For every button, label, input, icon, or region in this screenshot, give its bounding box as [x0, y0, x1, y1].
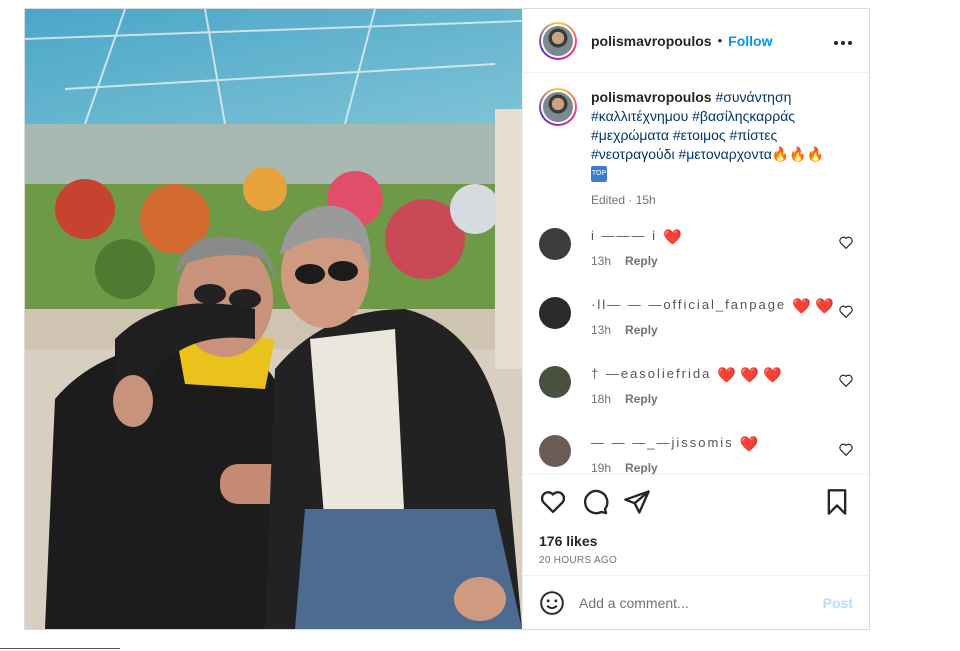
like-heart-icon[interactable] [539, 488, 569, 518]
reply-button[interactable]: Reply [625, 323, 658, 337]
comment-text: ❤️ [739, 436, 759, 453]
comment-time: 18h [591, 392, 612, 406]
comment-like-icon[interactable] [839, 374, 853, 390]
post-header: polismavropoulos • Follow [523, 9, 869, 73]
more-options-icon[interactable] [833, 29, 853, 52]
commenter-avatar[interactable] [539, 366, 571, 398]
add-comment-input[interactable] [579, 594, 823, 611]
post-comment-button[interactable]: Post [823, 595, 853, 611]
follow-button[interactable]: Follow [728, 33, 772, 49]
comment-item: ·ll— — —official_fanpage ❤️ ❤️ 13h Reply [539, 297, 853, 348]
post-photo[interactable] [25, 9, 522, 629]
caption-hashtags-line[interactable]: #νεοτραγούδι #μετοναρχοντα🔥🔥🔥 [591, 146, 824, 162]
commenter-name[interactable]: † —easoliefrida [591, 366, 711, 384]
save-bookmark-icon[interactable] [823, 488, 853, 518]
post-actions: 176 likes 20 HOURS AGO [523, 474, 869, 566]
post-dialog: polismavropoulos • Follow polismavropoul… [24, 8, 870, 630]
comment-item: — — —_—jissomis ❤️ 19h Reply [539, 435, 853, 474]
comment-time: 13h [591, 323, 612, 337]
photo-illustration [25, 9, 522, 629]
comments-scroll[interactable]: polismavropoulos #συνάντηση #καλλιτέχνημ… [523, 74, 869, 474]
commenter-avatar[interactable] [539, 435, 571, 467]
likes-count[interactable]: 176 likes [539, 533, 853, 549]
reply-button[interactable]: Reply [625, 254, 658, 268]
commenter-avatar[interactable] [539, 297, 571, 329]
page-divider [0, 648, 120, 649]
reply-button[interactable]: Reply [625, 461, 658, 474]
commenter-name[interactable]: i ——— i [591, 228, 657, 246]
edited-timestamp: Edited · 15h [591, 193, 656, 207]
caption-username[interactable]: polismavropoulos [591, 89, 712, 105]
hashtag-link[interactable]: #συνάντηση [715, 89, 791, 105]
share-send-icon[interactable] [623, 488, 653, 518]
emoji-smiley-icon[interactable] [539, 590, 565, 616]
commenter-name[interactable]: ·ll— — —official_fanpage [591, 297, 786, 315]
commenter-name[interactable]: — — —_—jissomis [591, 435, 734, 453]
comment-item: † —easoliefrida ❤️ ❤️ ❤️ 18h Reply [539, 366, 853, 417]
caption-avatar[interactable] [539, 88, 577, 126]
commenter-avatar[interactable] [539, 228, 571, 260]
top-emoji-icon: TOP [591, 166, 607, 183]
post-caption: polismavropoulos #συνάντηση #καλλιτέχνημ… [539, 88, 853, 210]
comment-text: ❤️ [663, 229, 682, 246]
comment-bubble-icon[interactable] [581, 488, 611, 518]
comment-item: i ——— i ❤️ 13h Reply [539, 228, 853, 279]
comment-text: ❤️ ❤️ [792, 298, 834, 315]
reply-button[interactable]: Reply [625, 392, 658, 406]
comment-text: ❤️ ❤️ ❤️ [717, 367, 782, 384]
comment-like-icon[interactable] [839, 443, 853, 459]
post-sidebar: polismavropoulos • Follow polismavropoul… [522, 9, 869, 629]
caption-hashtags-line[interactable]: #μεχρώματα #ετοιμος #πίστες [591, 127, 777, 143]
caption-hashtags-line[interactable]: #καλλιτέχνημου #βασίληςκαρράς [591, 108, 795, 124]
author-avatar[interactable] [539, 21, 577, 60]
comment-like-icon[interactable] [839, 236, 853, 252]
separator-dot: • [717, 33, 723, 48]
post-time-ago: 20 HOURS AGO [539, 555, 618, 566]
author-username[interactable]: polismavropoulos [591, 33, 712, 49]
comment-like-icon[interactable] [839, 305, 853, 321]
comment-time: 19h [591, 461, 612, 474]
add-comment-bar: Post [523, 575, 869, 629]
comment-time: 13h [591, 254, 612, 268]
